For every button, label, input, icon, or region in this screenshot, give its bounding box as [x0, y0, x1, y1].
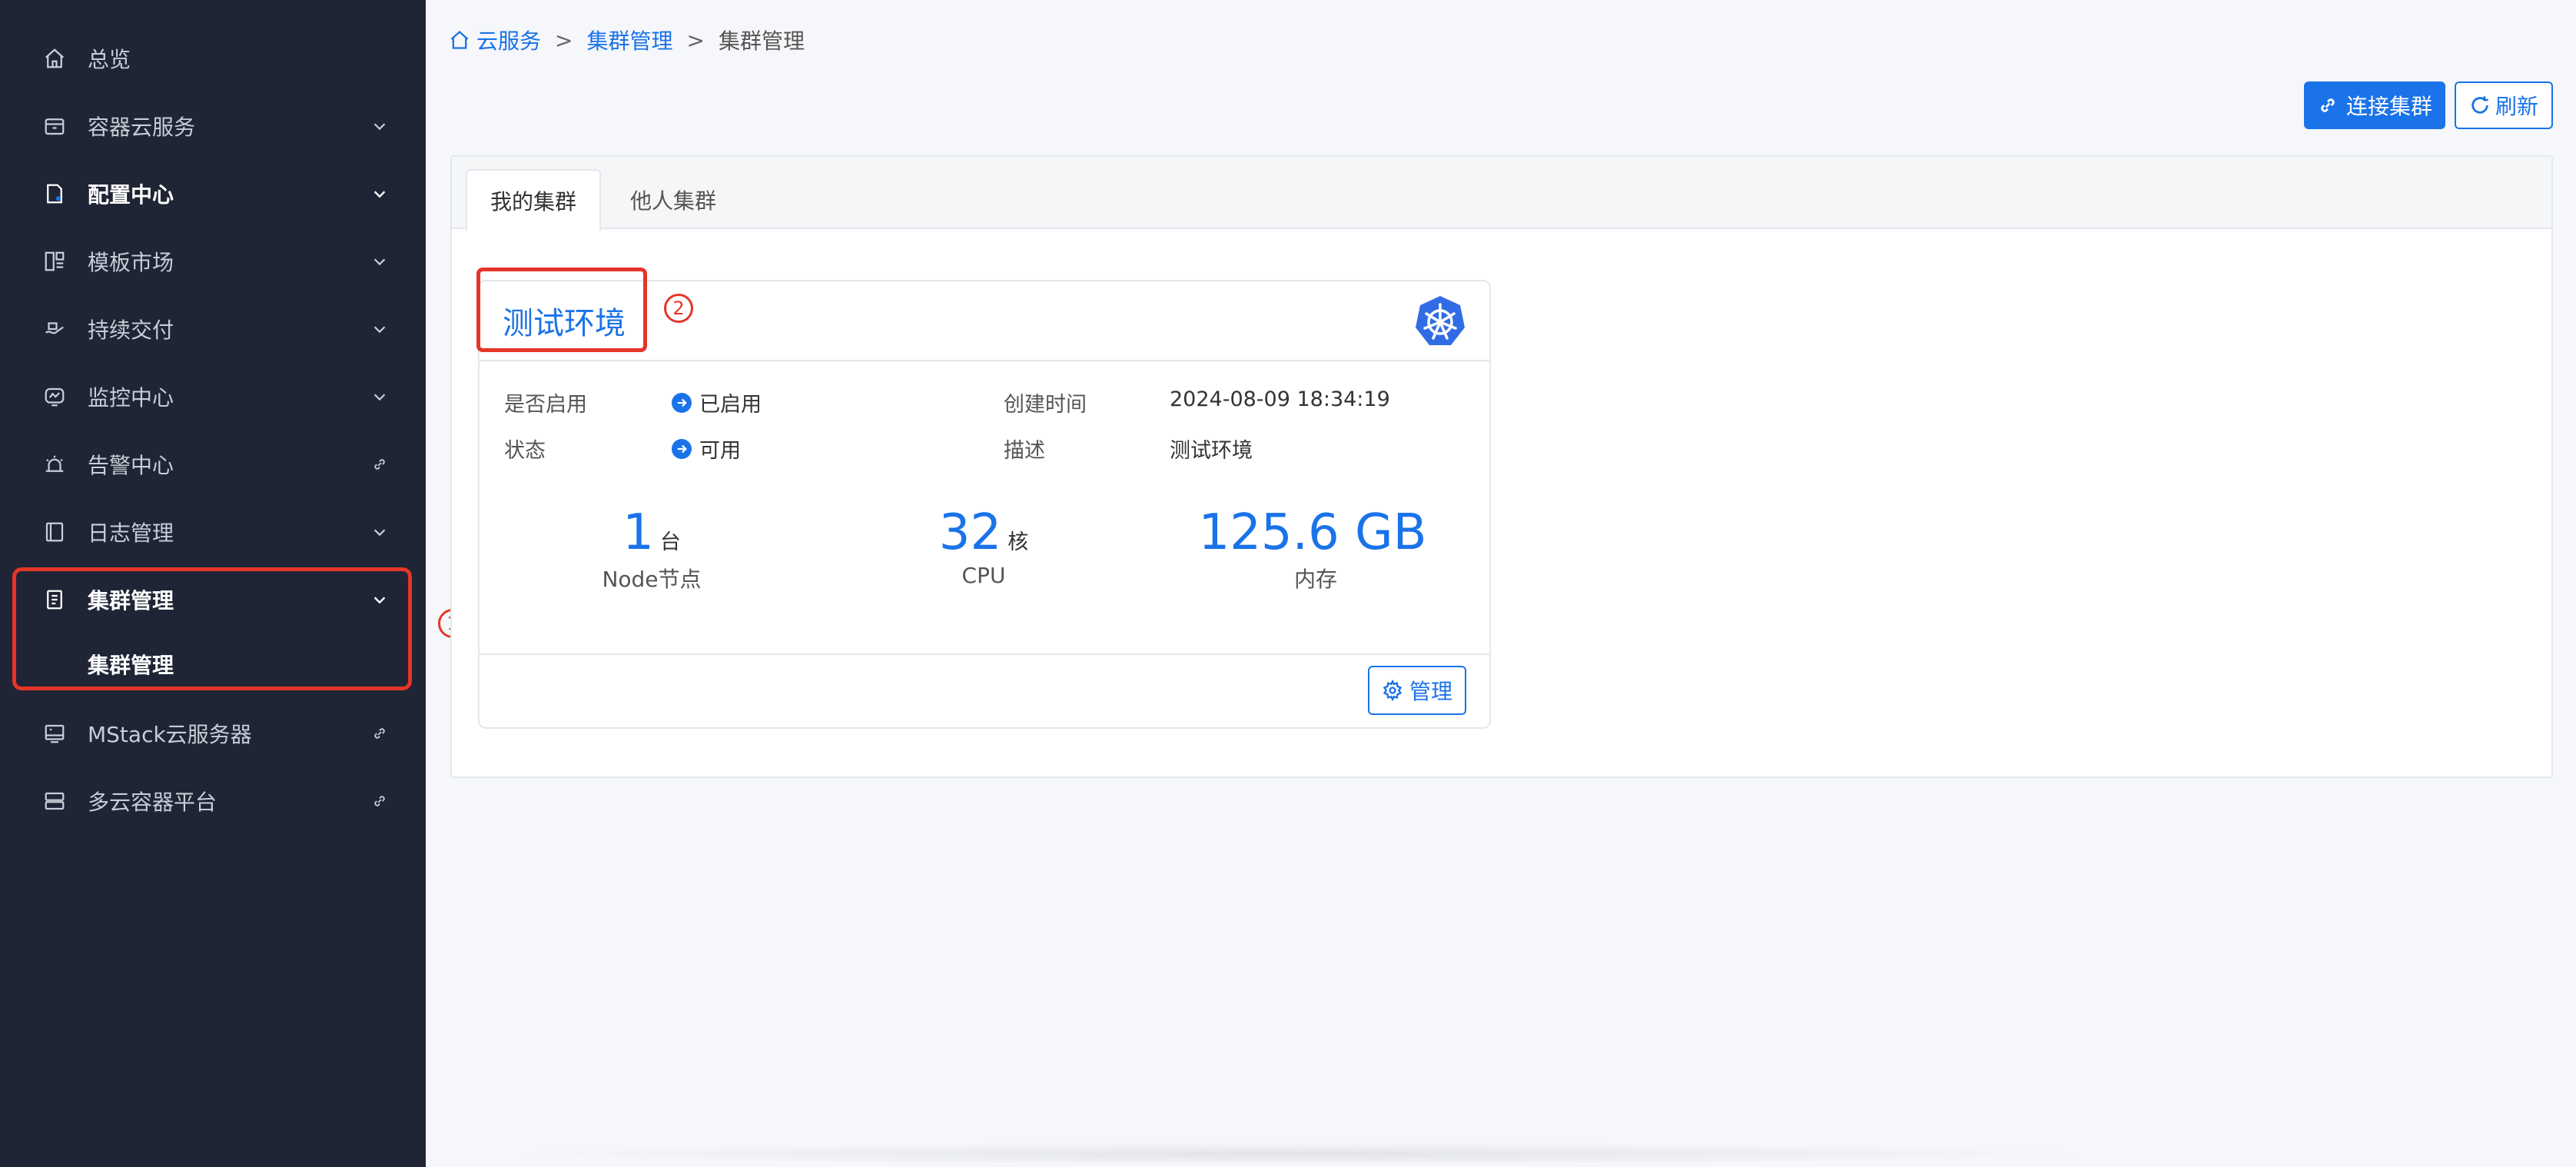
status-value-text: 可用 — [699, 439, 741, 463]
chevron-down-icon — [370, 117, 389, 135]
enabled-value-text: 已启用 — [699, 393, 762, 417]
chevron-down-icon — [370, 523, 389, 541]
sidebar: 总览 容器云服务 配置中心 模板市场 持续交付 监控中心 告警中心 日志管理 集… — [0, 0, 426, 1167]
link-icon — [370, 792, 389, 810]
template-icon — [43, 250, 66, 273]
sidebar-item-label: 配置中心 — [88, 182, 174, 208]
monitor-icon — [43, 385, 66, 408]
status-value: 可用 — [672, 434, 741, 464]
cluster-card-header: 测试环境 — [476, 268, 1489, 361]
connect-cluster-button[interactable]: 连接集群 — [2304, 81, 2445, 129]
cluster-panel: 我的集群 他人集群 测试环境 是否启用 已启用 创建时间 2024-08-09 … — [450, 155, 2553, 778]
bottom-shadow — [492, 1142, 2106, 1165]
sidebar-item-monitor-center[interactable]: 监控中心 — [0, 363, 426, 431]
home-icon — [43, 47, 66, 70]
sidebar-item-label: 监控中心 — [88, 385, 174, 411]
sidebar-item-continuous-delivery[interactable]: 持续交付 — [0, 295, 426, 363]
manage-label: 管理 — [1409, 679, 1452, 704]
manage-button[interactable]: 管理 — [1368, 666, 1466, 715]
sidebar-item-template-market[interactable]: 模板市场 — [0, 228, 426, 295]
sidebar-item-label: 持续交付 — [88, 318, 174, 343]
description-label: 描述 — [1004, 439, 1045, 463]
cluster-card: 测试环境 是否启用 已启用 创建时间 2024-08-09 18:34:19 状… — [476, 268, 1491, 729]
refresh-button[interactable]: 刷新 — [2455, 81, 2553, 129]
link-icon — [370, 724, 389, 743]
sidebar-item-label: 总览 — [88, 47, 131, 72]
sidebar-item-label: 日志管理 — [88, 520, 174, 546]
highlight-box-sidebar — [12, 567, 412, 690]
breadcrumb-separator: > — [555, 27, 573, 53]
chevron-down-icon — [370, 185, 389, 203]
step-marker-2: 2 — [664, 294, 693, 323]
stat-node-unit: 台 — [659, 530, 681, 554]
sidebar-item-overview[interactable]: 总览 — [0, 25, 426, 92]
sidebar-item-config-center[interactable]: 配置中心 — [0, 160, 426, 228]
breadcrumb-current: 集群管理 — [718, 28, 805, 54]
chevron-down-icon — [370, 387, 389, 406]
platform-icon — [43, 790, 66, 813]
status-label: 状态 — [504, 439, 546, 463]
arrow-right-circle-icon — [672, 392, 692, 413]
enabled-value: 已启用 — [672, 387, 762, 417]
server-icon — [43, 722, 66, 745]
stat-memory: 125.6 GB 内存 — [1177, 504, 1454, 593]
stat-cpu: 32 核 CPU — [845, 504, 1122, 588]
delivery-icon — [43, 318, 66, 341]
chevron-down-icon — [370, 252, 389, 271]
created-label: 创建时间 — [1004, 393, 1087, 417]
stat-cpu-value: 32 — [938, 504, 1002, 561]
sidebar-item-mstack-server[interactable]: MStack云服务器 — [0, 700, 426, 767]
sidebar-item-label: 多云容器平台 — [88, 790, 217, 815]
kubernetes-icon — [1416, 296, 1465, 345]
tab-my-clusters[interactable]: 我的集群 — [466, 169, 601, 231]
tab-label: 我的集群 — [490, 189, 576, 214]
sidebar-item-label: 告警中心 — [88, 453, 174, 478]
refresh-icon — [2471, 96, 2488, 114]
box-icon — [43, 115, 66, 138]
created-value: 2024-08-09 18:34:19 — [1170, 387, 1390, 411]
alarm-icon — [43, 453, 66, 476]
stat-memory-value: 125.6 GB — [1198, 504, 1427, 561]
breadcrumb: 云服务 > 集群管理 > 集群管理 — [449, 25, 805, 55]
breadcrumb-separator: > — [686, 27, 705, 53]
connect-cluster-label: 连接集群 — [2345, 94, 2432, 119]
link-icon — [2321, 98, 2335, 112]
log-icon — [43, 520, 66, 544]
sidebar-item-label: MStack云服务器 — [88, 722, 252, 747]
stat-cpu-caption: CPU — [961, 563, 1006, 588]
sidebar-item-label: 模板市场 — [88, 250, 174, 275]
breadcrumb-link-cluster-management[interactable]: 集群管理 — [586, 25, 672, 55]
sidebar-item-multi-cloud-platform[interactable]: 多云容器平台 — [0, 767, 426, 835]
config-icon — [43, 182, 66, 205]
link-icon — [370, 455, 389, 474]
description-value: 测试环境 — [1170, 439, 1253, 463]
enabled-label: 是否启用 — [504, 393, 587, 417]
tab-others-clusters[interactable]: 他人集群 — [606, 169, 741, 231]
sidebar-item-log-management[interactable]: 日志管理 — [0, 498, 426, 566]
stat-memory-caption: 内存 — [1293, 567, 1337, 592]
sidebar-item-container-service[interactable]: 容器云服务 — [0, 92, 426, 160]
stat-cpu-unit: 核 — [1007, 530, 1029, 554]
sidebar-item-label: 容器云服务 — [88, 115, 196, 140]
home-icon — [450, 30, 469, 49]
stat-node-caption: Node节点 — [602, 567, 702, 592]
chevron-down-icon — [370, 320, 389, 338]
tabs-bar: 我的集群 他人集群 — [452, 157, 2551, 231]
gear-icon — [1383, 680, 1403, 701]
cluster-card-footer: 管理 — [480, 653, 1489, 727]
sidebar-item-alarm-center[interactable]: 告警中心 — [0, 431, 426, 498]
arrow-right-circle-icon — [672, 438, 692, 459]
refresh-label: 刷新 — [2495, 94, 2538, 119]
stat-node: 1台 Node节点 — [513, 504, 790, 593]
tab-label: 他人集群 — [629, 188, 716, 214]
highlight-box-cluster-name — [476, 268, 647, 352]
breadcrumb-link-cloud-service[interactable]: 云服务 — [476, 25, 541, 55]
stat-node-value: 1 — [622, 504, 654, 561]
